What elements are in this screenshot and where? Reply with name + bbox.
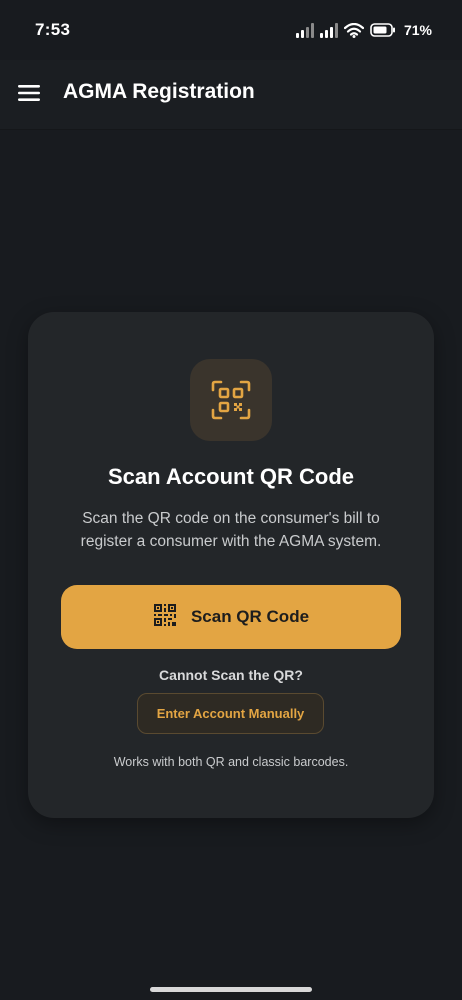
card-description: Scan the QR code on the consumer's bill …	[80, 510, 382, 550]
battery-icon	[370, 23, 396, 37]
signal-icon	[319, 22, 338, 38]
enter-account-manually-button[interactable]: Enter Account Manually	[137, 693, 324, 734]
wifi-icon	[343, 22, 364, 38]
home-indicator[interactable]	[150, 987, 312, 992]
screen: 7:53 71% AGMA Registration Scan Account …	[0, 0, 462, 1000]
status-time: 7:53	[35, 20, 71, 39]
qr-code-icon	[153, 603, 177, 632]
scan-qr-button[interactable]: Scan QR Code	[61, 585, 401, 649]
enter-account-manually-label: Enter Account Manually	[156, 706, 305, 721]
card-title: Scan Account QR Code	[107, 464, 355, 489]
cannot-scan-text: Cannot Scan the QR?	[159, 667, 303, 683]
scan-qr-button-label: Scan QR Code	[190, 607, 310, 626]
signal-icon	[295, 22, 314, 38]
hamburger-menu-icon[interactable]	[12, 76, 46, 110]
supported-formats-note: Works with both QR and classic barcodes.	[113, 755, 349, 769]
battery-percent: 71%	[403, 22, 432, 38]
qr-code-icon	[190, 359, 272, 441]
app-bar: AGMA Registration	[0, 60, 462, 130]
status-bar: 7:53 71%	[0, 0, 462, 60]
scan-card: Scan Account QR Code Scan the QR code on…	[28, 312, 434, 818]
status-icons: 71%	[295, 21, 432, 39]
page-title: AGMA Registration	[63, 80, 255, 103]
